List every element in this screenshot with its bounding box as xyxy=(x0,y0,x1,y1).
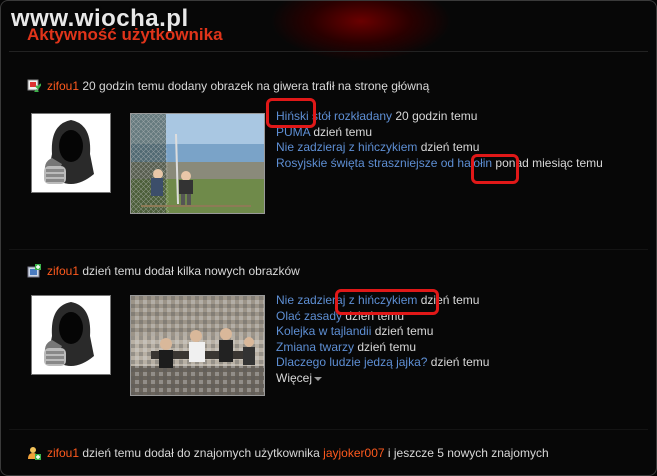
event-separator xyxy=(9,249,648,250)
user-avatar[interactable] xyxy=(31,113,111,193)
list-item: Rosyjskie święta straszniejsze od halołi… xyxy=(276,156,603,172)
picture-title-link[interactable]: Zmiana twarzy xyxy=(276,340,354,354)
picture-title-link[interactable]: Dlaczego ludzie jedzą jajka? xyxy=(276,355,427,369)
red-highlight-circle xyxy=(471,154,519,184)
event-header-3: zifou1 dzień temu dodał do znajomych uży… xyxy=(27,445,549,461)
picture-time: 20 godzin temu xyxy=(392,109,478,123)
picture-time: dzień temu xyxy=(427,355,490,369)
list-item: Hiński stół rozkładany 20 godzin temu xyxy=(276,109,603,125)
event-separator xyxy=(9,429,648,430)
thumbnail-image xyxy=(131,296,264,395)
section-title: Aktywność użytkownika xyxy=(27,25,223,44)
picture-time: dzień temu xyxy=(417,140,480,154)
event-user-link[interactable]: zifou1 xyxy=(47,79,79,93)
add-pictures-icon xyxy=(27,264,41,278)
picture-list-1: Hiński stół rozkładany 20 godzin temu PU… xyxy=(276,109,603,171)
user-avatar[interactable] xyxy=(31,295,111,375)
red-highlight-circle xyxy=(335,289,439,315)
more-link-row: Więcej xyxy=(276,371,489,387)
list-item: Kolejka w tajlandii dzień temu xyxy=(276,324,489,340)
picture-time: dzień temu xyxy=(354,339,417,354)
title-divider xyxy=(9,51,648,52)
picture-upload-icon xyxy=(27,79,41,92)
list-item: Zmiana twarzy dzień temu xyxy=(276,340,489,356)
list-item: Dlaczego ludzie jedzą jajka? dzień temu xyxy=(276,355,489,371)
add-friend-icon xyxy=(28,447,41,460)
picture-time: dzień temu xyxy=(310,124,373,139)
picture-time: dzień temu xyxy=(371,324,434,338)
event-user-link[interactable]: zifou1 xyxy=(47,446,79,460)
more-link[interactable]: Więcej xyxy=(276,371,323,385)
chevron-down-icon xyxy=(314,376,323,381)
event-text: 20 godzin temu dodany obrazek na giwera … xyxy=(79,79,430,93)
list-item: PUMA dzień temu xyxy=(276,125,603,141)
thumbnail-image xyxy=(131,114,264,213)
hooded-figure-avatar-image xyxy=(32,114,110,192)
picture-thumbnail[interactable] xyxy=(130,295,265,396)
hooded-figure-avatar-image xyxy=(32,296,110,374)
picture-title-link[interactable]: Nie zadzieraj z hińczykiem xyxy=(276,140,417,154)
more-label: Więcej xyxy=(276,370,313,385)
friend-user-link[interactable]: jayjoker007 xyxy=(323,446,384,460)
red-highlight-circle xyxy=(266,98,316,128)
event-text: dzień temu dodał kilka nowych obrazków xyxy=(79,264,300,278)
event-text: dzień temu dodał do znajomych użytkownik… xyxy=(79,446,324,460)
picture-title-link[interactable]: Rosyjskie święta straszniejsze od halołi… xyxy=(276,156,492,170)
picture-title-link[interactable]: Olać zasady xyxy=(276,309,342,323)
picture-title-link[interactable]: Kolejka w tajlandii xyxy=(276,324,371,338)
list-item: Nie zadzieraj z hińczykiem dzień temu xyxy=(276,140,603,156)
event-header-2: zifou1 dzień temu dodał kilka nowych obr… xyxy=(27,263,300,279)
picture-thumbnail[interactable] xyxy=(130,113,265,214)
page-frame: www.wiocha.pl Aktywność użytkownika zifo… xyxy=(0,0,657,476)
event-header-1: zifou1 20 godzin temu dodany obrazek na … xyxy=(27,78,429,94)
event-text-suffix: i jeszcze 5 nowych znajomych xyxy=(384,446,549,460)
event-user-link[interactable]: zifou1 xyxy=(47,264,79,278)
